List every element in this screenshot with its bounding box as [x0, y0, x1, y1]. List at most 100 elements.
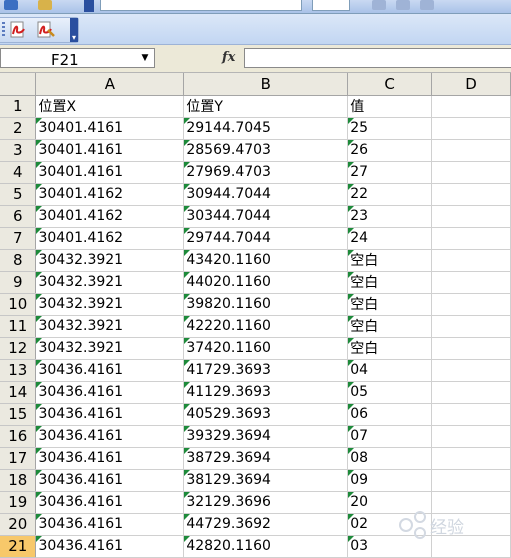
cell-d[interactable]: [431, 447, 511, 470]
row-header[interactable]: 9: [0, 271, 37, 294]
toolbar-grip[interactable]: [2, 22, 5, 38]
cell-c[interactable]: 08: [347, 447, 433, 470]
cell-d[interactable]: [431, 161, 511, 184]
row-header[interactable]: 2: [0, 117, 37, 140]
cell-a[interactable]: 30436.4161: [35, 425, 185, 448]
cell-b[interactable]: 38129.3694: [183, 469, 349, 492]
cell-d[interactable]: [431, 469, 511, 492]
pdf-convert-icon[interactable]: [9, 21, 29, 39]
row-header[interactable]: 10: [0, 293, 37, 316]
row-header[interactable]: 3: [0, 139, 37, 162]
cell-d[interactable]: [431, 381, 511, 404]
cell-a[interactable]: 30432.3921: [35, 249, 185, 272]
row-header[interactable]: 16: [0, 425, 37, 448]
cell-b[interactable]: 28569.4703: [183, 139, 349, 162]
cell-c[interactable]: 空白: [347, 271, 433, 294]
row-header[interactable]: 19: [0, 491, 37, 514]
cell-a[interactable]: 30436.4161: [35, 491, 185, 514]
cell-c[interactable]: 04: [347, 359, 433, 382]
cell-d[interactable]: [431, 425, 511, 448]
cell-b[interactable]: 44020.1160: [183, 271, 349, 294]
cell-d[interactable]: [431, 403, 511, 426]
cell-a[interactable]: 30436.4161: [35, 513, 185, 536]
column-header-d[interactable]: D: [431, 73, 511, 96]
pdf-options-icon[interactable]: [36, 21, 56, 39]
cell-d[interactable]: [431, 249, 511, 272]
row-header[interactable]: 20: [0, 513, 37, 536]
row-header[interactable]: 12: [0, 337, 37, 360]
select-all-corner[interactable]: [0, 73, 37, 96]
cell-c[interactable]: 空白: [347, 249, 433, 272]
cell-c[interactable]: 27: [347, 161, 433, 184]
cell-a[interactable]: 30436.4161: [35, 535, 185, 558]
cell-c[interactable]: 09: [347, 469, 433, 492]
cell-d[interactable]: [431, 359, 511, 382]
cell-c[interactable]: 05: [347, 381, 433, 404]
row-header[interactable]: 8: [0, 249, 37, 272]
toolbar-icon[interactable]: [4, 0, 18, 10]
cell-a[interactable]: 30436.4161: [35, 447, 185, 470]
row-header[interactable]: 5: [0, 183, 37, 206]
cell-b[interactable]: 29744.7044: [183, 227, 349, 250]
cell-d[interactable]: [431, 139, 511, 162]
cell-b[interactable]: 38729.3694: [183, 447, 349, 470]
cell-b[interactable]: 29144.7045: [183, 117, 349, 140]
cell-d[interactable]: [431, 95, 511, 118]
cell-b[interactable]: 32129.3696: [183, 491, 349, 514]
row-header[interactable]: 17: [0, 447, 37, 470]
cell-d[interactable]: [431, 227, 511, 250]
cell-a[interactable]: 30401.4162: [35, 183, 185, 206]
cell-b[interactable]: 27969.4703: [183, 161, 349, 184]
row-header[interactable]: 13: [0, 359, 37, 382]
column-header-a[interactable]: A: [35, 73, 185, 96]
font-size-box[interactable]: [312, 0, 350, 11]
cell-b[interactable]: 30344.7044: [183, 205, 349, 228]
cell-c[interactable]: 06: [347, 403, 433, 426]
cell-b[interactable]: 40529.3693: [183, 403, 349, 426]
cell-a[interactable]: 30432.3921: [35, 293, 185, 316]
cell-a[interactable]: 30436.4161: [35, 403, 185, 426]
cell-b[interactable]: 42820.1160: [183, 535, 349, 558]
cell-a[interactable]: 30432.3921: [35, 315, 185, 338]
row-header[interactable]: 11: [0, 315, 37, 338]
cell-b[interactable]: 37420.1160: [183, 337, 349, 360]
cell-a[interactable]: 30401.4162: [35, 227, 185, 250]
cell-a[interactable]: 30436.4161: [35, 381, 185, 404]
cell-b[interactable]: 39820.1160: [183, 293, 349, 316]
toolbar-icon[interactable]: [396, 0, 410, 10]
cell-c[interactable]: 空白: [347, 315, 433, 338]
toolbar-icon[interactable]: [372, 0, 386, 10]
cell-d[interactable]: [431, 337, 511, 360]
cell-a[interactable]: 30432.3921: [35, 271, 185, 294]
cell-b[interactable]: 43420.1160: [183, 249, 349, 272]
cell-a[interactable]: 30401.4161: [35, 161, 185, 184]
cell-a[interactable]: 30401.4161: [35, 117, 185, 140]
cell-d[interactable]: [431, 271, 511, 294]
cell-a[interactable]: 30401.4161: [35, 139, 185, 162]
cell-d[interactable]: [431, 293, 511, 316]
cell-d[interactable]: [431, 117, 511, 140]
row-header[interactable]: 7: [0, 227, 37, 250]
cell-b[interactable]: 位置Y: [183, 95, 349, 118]
column-header-b[interactable]: B: [183, 73, 349, 96]
row-header[interactable]: 21: [0, 535, 37, 558]
cell-b[interactable]: 41129.3693: [183, 381, 349, 404]
cell-c[interactable]: 26: [347, 139, 433, 162]
row-header[interactable]: 15: [0, 403, 37, 426]
cell-c[interactable]: 07: [347, 425, 433, 448]
column-header-c[interactable]: C: [347, 73, 433, 96]
cell-a[interactable]: 30401.4162: [35, 205, 185, 228]
cell-b[interactable]: 42220.1160: [183, 315, 349, 338]
toolbar-icon[interactable]: [38, 0, 52, 10]
insert-function-icon[interactable]: fx: [222, 50, 235, 65]
cell-b[interactable]: 30944.7044: [183, 183, 349, 206]
cell-a[interactable]: 30436.4161: [35, 359, 185, 382]
cell-a[interactable]: 位置X: [35, 95, 185, 118]
cell-c[interactable]: 空白: [347, 337, 433, 360]
cell-b[interactable]: 39329.3694: [183, 425, 349, 448]
cell-d[interactable]: [431, 315, 511, 338]
cell-d[interactable]: [431, 183, 511, 206]
row-header[interactable]: 6: [0, 205, 37, 228]
row-header[interactable]: 14: [0, 381, 37, 404]
formula-input[interactable]: [244, 48, 511, 68]
